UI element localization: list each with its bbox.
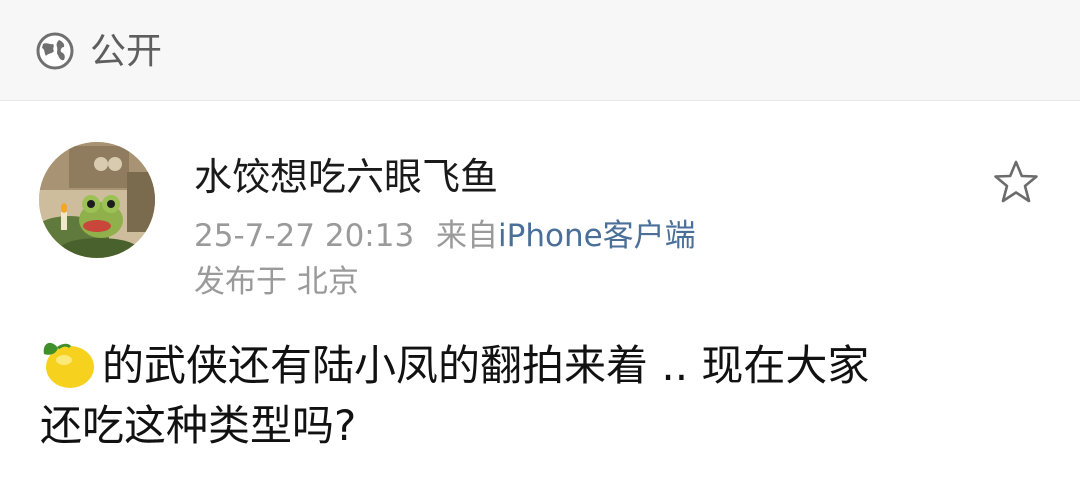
post-text-line1: 的武侠还有陆小凤的翻拍来着 .. 现在大家	[102, 341, 870, 390]
author-name[interactable]: 水饺想吃六眼飞鱼	[194, 153, 498, 201]
globe-icon	[35, 31, 75, 71]
lemon-emoji	[40, 334, 98, 392]
avatar[interactable]	[39, 142, 155, 258]
star-outline-icon[interactable]	[992, 159, 1040, 205]
post-date: 25-7-27 20:13	[194, 218, 415, 254]
post-location: 发布于 北京	[194, 264, 359, 300]
visibility-header: 公开	[0, 0, 1080, 101]
post-text-line-1: 的武侠还有陆小凤的翻拍来着 .. 现在大家	[40, 334, 1040, 396]
post-text: 的武侠还有陆小凤的翻拍来着 .. 现在大家 还吃这种类型吗?	[40, 334, 1040, 456]
source-prefix: 来自	[436, 218, 499, 254]
post-meta: 25-7-27 20:13 来自iPhone客户端	[194, 216, 696, 256]
visibility-label: 公开	[90, 31, 163, 72]
post-text-line2: 还吃这种类型吗?	[40, 401, 357, 450]
source-app-link[interactable]: iPhone客户端	[498, 218, 696, 254]
